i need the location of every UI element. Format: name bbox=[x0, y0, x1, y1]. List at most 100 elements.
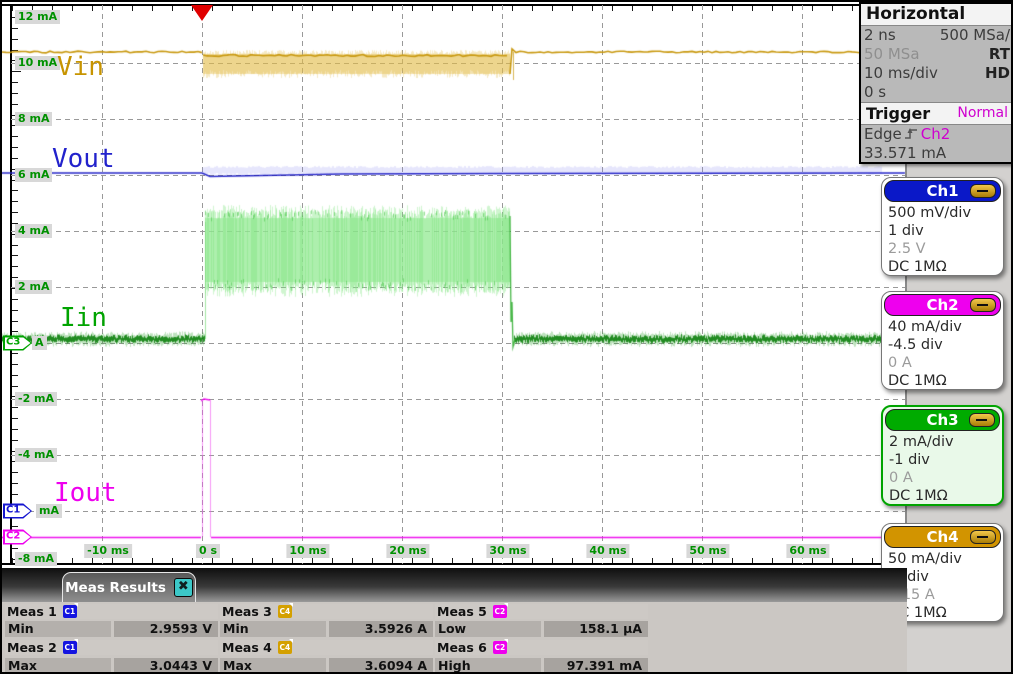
meas3-header: Meas 3 C4 bbox=[220, 604, 433, 619]
horizontal-title-label: Horizontal bbox=[866, 4, 965, 25]
meas2-stat: Max bbox=[5, 658, 111, 674]
meas4-value: 3.6094 A bbox=[329, 658, 433, 674]
x-axis-label: 20 ms bbox=[386, 544, 429, 558]
ch4-name: Ch4 bbox=[926, 528, 958, 546]
meas4-name: Meas 4 bbox=[222, 640, 272, 655]
ch1-header[interactable]: Ch1 bbox=[884, 180, 1001, 202]
record-length-value: 50 MSa bbox=[864, 45, 920, 64]
meas6-value: 97.391 mA bbox=[544, 658, 648, 674]
ch1-name: Ch1 bbox=[926, 182, 958, 200]
trace-label-iin[interactable]: Iin bbox=[60, 305, 107, 331]
channel-box-ch3[interactable]: Ch3 2 mA/div -1 div 0 A DC 1MΩ bbox=[881, 405, 1004, 506]
ch4-header[interactable]: Ch4 bbox=[884, 526, 1001, 548]
meas-results-table: Meas 1 C1 Min 2.9593 V Meas 2 C1 Max 3.0… bbox=[2, 602, 907, 674]
x-axis-label: 10 ms bbox=[286, 544, 329, 558]
meas5-source-badge: C2 bbox=[493, 605, 507, 618]
trigger-type-group: Edge Ch2 bbox=[864, 125, 950, 144]
channel-marker-c1[interactable]: C1 bbox=[3, 504, 32, 519]
trace-label-iout[interactable]: Iout bbox=[54, 480, 117, 506]
y-axis-label: -2 mA bbox=[15, 392, 57, 406]
horizontal-position-value: 0 s bbox=[864, 83, 886, 102]
x-axis-label: 60 ms bbox=[786, 544, 829, 558]
meas2-header: Meas 2 C1 bbox=[5, 640, 218, 655]
horizontal-row-position: 0 s bbox=[861, 83, 1013, 102]
meas1-value: 2.9593 V bbox=[114, 621, 218, 637]
trigger-level-value: 33.571 mA bbox=[864, 144, 946, 163]
trigger-panel-title[interactable]: Trigger Normal bbox=[861, 102, 1013, 125]
y-axis-label: A bbox=[32, 336, 47, 350]
meas-column-2: Meas 3 C4 Min 3.5926 A Meas 4 C4 Max 3.6… bbox=[220, 602, 433, 674]
oscilloscope-screen: 12 mA10 mA8 mA6 mA4 mA2 mAA-2 mA-4 mAmA-… bbox=[0, 0, 1013, 674]
ch1-scale: 500 mV/div bbox=[882, 204, 1003, 222]
meas5-value: 158.1 µA bbox=[544, 621, 648, 637]
ch2-position: 0 A bbox=[882, 354, 1003, 372]
meas1-name: Meas 1 bbox=[7, 604, 57, 619]
meas2-name: Meas 2 bbox=[7, 640, 57, 655]
ch2-header[interactable]: Ch2 bbox=[884, 294, 1001, 316]
ch2-coupling: DC 1MΩ bbox=[882, 372, 1003, 390]
x-axis-label: 50 ms bbox=[686, 544, 729, 558]
meas3-name: Meas 3 bbox=[222, 604, 272, 619]
ch4-scale: 50 mA/div bbox=[882, 550, 1003, 568]
y-axis-label: -4 mA bbox=[15, 448, 57, 462]
waveform-traces bbox=[2, 2, 907, 568]
trace-label-vout[interactable]: Vout bbox=[52, 146, 115, 172]
channel-box-ch2[interactable]: Ch2 40 mA/div -4.5 div 0 A DC 1MΩ bbox=[881, 291, 1004, 390]
meas-column-1: Meas 1 C1 Min 2.9593 V Meas 2 C1 Max 3.0… bbox=[5, 602, 218, 674]
ch2-minimize-button[interactable] bbox=[970, 298, 996, 312]
ch3-scale: 2 mA/div bbox=[883, 433, 1002, 451]
ch3-header[interactable]: Ch3 bbox=[885, 409, 1000, 431]
ch3-position: 0 A bbox=[883, 469, 1002, 487]
horizontal-trigger-panel[interactable]: Horizontal 2 ns 500 MSa/ 50 MSa RT 10 ms… bbox=[859, 2, 1013, 164]
meas1-stat: Min bbox=[5, 621, 111, 637]
meas3-value: 3.5926 A bbox=[329, 621, 433, 637]
horizontal-row-resolution: 2 ns 500 MSa/ bbox=[861, 26, 1013, 45]
ch2-name: Ch2 bbox=[926, 296, 958, 314]
rising-edge-icon bbox=[904, 126, 919, 145]
ch2-offset: -4.5 div bbox=[882, 336, 1003, 354]
waveform-display[interactable]: 12 mA10 mA8 mA6 mA4 mA2 mAA-2 mA-4 mAmA-… bbox=[2, 2, 907, 568]
ch4-minimize-button[interactable] bbox=[970, 530, 996, 544]
meas6-source-badge: C2 bbox=[493, 641, 507, 654]
meas5-name: Meas 5 bbox=[437, 604, 487, 619]
trigger-type-value: Edge bbox=[864, 125, 902, 143]
trigger-position-marker[interactable] bbox=[191, 5, 213, 21]
meas4-source-badge: C4 bbox=[278, 641, 292, 654]
y-axis-label: 8 mA bbox=[15, 112, 52, 126]
y-axis-label: 2 mA bbox=[15, 280, 52, 294]
y-axis-label: 12 mA bbox=[15, 10, 60, 24]
meas6-name: Meas 6 bbox=[437, 640, 487, 655]
meas1-header: Meas 1 C1 bbox=[5, 604, 218, 619]
meas6-header: Meas 6 C2 bbox=[435, 640, 648, 655]
trigger-row-type: Edge Ch2 bbox=[861, 125, 1013, 144]
trigger-title-label: Trigger bbox=[866, 103, 930, 124]
meas4-header: Meas 4 C4 bbox=[220, 640, 433, 655]
channel-marker-c2[interactable]: C2 bbox=[3, 530, 32, 545]
ch3-coupling: DC 1MΩ bbox=[883, 487, 1002, 505]
channel-marker-c3[interactable]: C3 bbox=[3, 336, 32, 351]
timebase-value: 10 ms/div bbox=[864, 64, 938, 83]
y-axis-label: -8 mA bbox=[15, 552, 57, 566]
trace-label-vin[interactable]: Vin bbox=[57, 54, 104, 80]
y-axis-label: 6 mA bbox=[15, 168, 52, 182]
ch1-minimize-button[interactable] bbox=[970, 184, 996, 198]
ch2-scale: 40 mA/div bbox=[882, 318, 1003, 336]
ch3-offset: -1 div bbox=[883, 451, 1002, 469]
meas4-stat: Max bbox=[220, 658, 326, 674]
x-axis-label: 30 ms bbox=[486, 544, 529, 558]
ch3-minimize-button[interactable] bbox=[969, 413, 995, 427]
meas-results-close-icon[interactable]: ✖ bbox=[174, 578, 193, 597]
sample-rate-value: 500 MSa/ bbox=[940, 26, 1010, 45]
meas5-stat: Low bbox=[435, 621, 541, 637]
ch3-name: Ch3 bbox=[926, 411, 958, 429]
acq-mode-badge: RT bbox=[989, 45, 1010, 64]
ch1-position: 2.5 V bbox=[882, 240, 1003, 258]
meas2-source-badge: C1 bbox=[63, 641, 77, 654]
meas-column-3: Meas 5 C2 Low 158.1 µA Meas 6 C2 High 97… bbox=[435, 602, 648, 674]
resolution-value: 2 ns bbox=[864, 26, 896, 45]
meas6-stat: High bbox=[435, 658, 541, 674]
horizontal-panel-title[interactable]: Horizontal bbox=[861, 4, 1013, 26]
meas-results-tab[interactable]: Meas Results ✖ bbox=[62, 572, 196, 602]
trigger-source-value: Ch2 bbox=[921, 125, 951, 143]
channel-box-ch1[interactable]: Ch1 500 mV/div 1 div 2.5 V DC 1MΩ bbox=[881, 177, 1004, 276]
